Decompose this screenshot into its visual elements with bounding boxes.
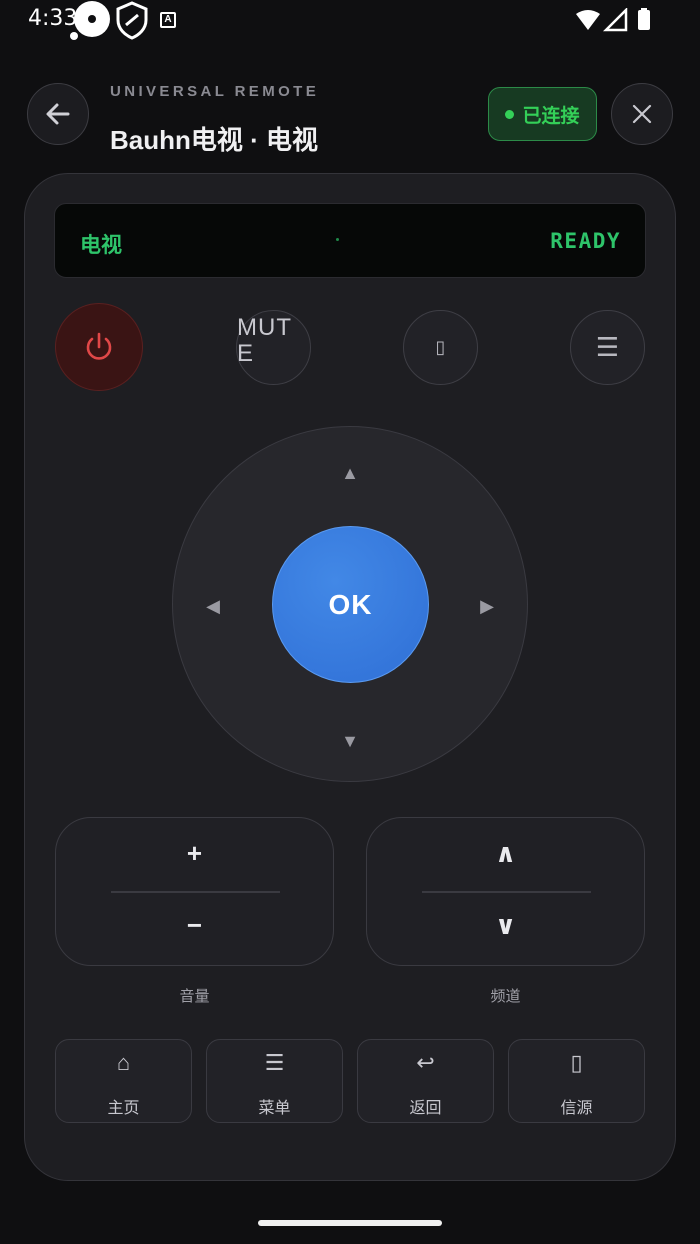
volume-down-button[interactable]: − (56, 910, 333, 941)
home-icon: ⌂ (116, 1050, 131, 1075)
mute-button[interactable]: MUTE (236, 310, 311, 385)
media-disc-icon (74, 1, 110, 37)
status-time: 4:33 (28, 6, 78, 31)
return-icon: ↩ (416, 1050, 435, 1075)
remote-display: 电视 READY (54, 203, 646, 278)
power-button[interactable] (55, 303, 143, 391)
arrow-left-icon (46, 103, 70, 125)
channel-label: 频道 (490, 988, 521, 1005)
status-bar: 4:33 A (0, 0, 700, 40)
home-indicator[interactable] (258, 1220, 442, 1226)
channel-down-button[interactable]: ∨ (367, 910, 644, 941)
source-button[interactable]: ▯ 信源 (508, 1039, 645, 1123)
volume-divider (111, 891, 280, 893)
app-eyebrow: UNIVERSAL REMOTE (110, 83, 320, 100)
page-title: Bauhn电视 · 电视 (110, 125, 318, 155)
shield-icon (112, 0, 152, 45)
display-indicator (336, 238, 339, 241)
tv-icon: ▯ (435, 337, 446, 357)
channel-up-button[interactable]: ∧ (367, 838, 644, 869)
font-a-icon: A (160, 12, 176, 28)
menu-label: 菜单 (258, 1100, 291, 1117)
connection-status-text: 已连接 (522, 105, 580, 127)
source-label: 信源 (560, 1100, 593, 1117)
close-icon (632, 104, 652, 124)
source-icon: ▯ (570, 1050, 583, 1075)
dpad-left-button[interactable]: ◀ (198, 591, 228, 621)
dpad-down-button[interactable]: ▼ (335, 726, 365, 756)
notification-dot-icon (70, 32, 78, 40)
menu-round-button[interactable]: ☰ (570, 310, 645, 385)
close-button[interactable] (611, 83, 673, 145)
dpad-up-button[interactable]: ▲ (335, 458, 365, 488)
back-button[interactable] (27, 83, 89, 145)
volume-rocker: + − (55, 817, 334, 966)
power-icon (86, 332, 112, 360)
channel-divider (422, 891, 591, 893)
mute-label: MUTE (237, 314, 292, 367)
volume-up-button[interactable]: + (56, 838, 333, 869)
return-label: 返回 (409, 1100, 442, 1117)
menu-lines-icon: ☰ (264, 1050, 285, 1075)
system-status-icons (574, 6, 656, 37)
display-device-text: 电视 (80, 234, 122, 257)
connection-status-badge: 已连接 (488, 87, 597, 141)
menu-button[interactable]: ☰ 菜单 (206, 1039, 343, 1123)
return-button[interactable]: ↩ 返回 (357, 1039, 494, 1123)
ok-button[interactable]: OK (272, 526, 429, 683)
home-button[interactable]: ⌂ 主页 (55, 1039, 192, 1123)
channel-rocker: ∧ ∨ (366, 817, 645, 966)
tv-button[interactable]: ▯ (403, 310, 478, 385)
dpad-right-button[interactable]: ▶ (472, 591, 502, 621)
menu-icon: ☰ (595, 332, 620, 362)
display-status-text: READY (550, 229, 621, 253)
status-dot-icon (505, 109, 515, 119)
volume-label: 音量 (179, 988, 210, 1005)
home-label: 主页 (107, 1100, 140, 1117)
